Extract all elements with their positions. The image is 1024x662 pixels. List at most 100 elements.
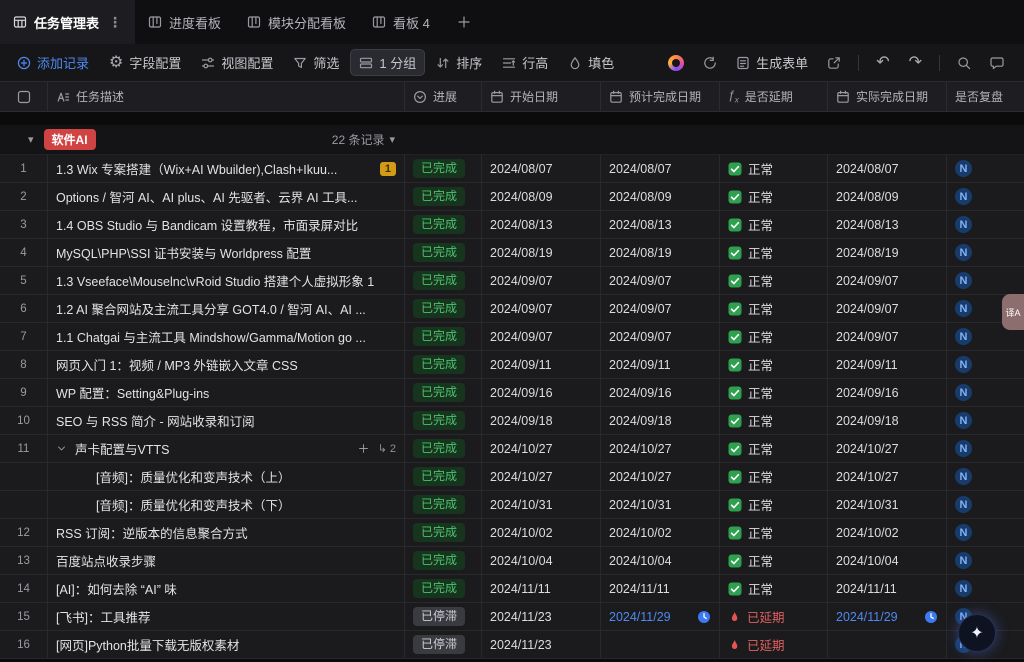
toolbar-generate-form[interactable]: 生成表单 (734, 50, 810, 75)
subtask-tools[interactable]: ↳ 2 (358, 442, 396, 455)
progress-cell[interactable]: 已完成 (405, 435, 482, 462)
row-number-cell[interactable]: 1 (0, 155, 48, 182)
actual-date-cell[interactable]: 2024/11/11 (828, 575, 947, 602)
actual-date[interactable]: 2024/09/07 (836, 302, 899, 316)
progress-cell[interactable]: 已完成 (405, 519, 482, 546)
task-cell[interactable]: 1.3 Vseeface\Mouselnc\vRoid Studio 搭建个人虚… (48, 267, 405, 294)
column-header-actual[interactable]: 实际完成日期 (828, 82, 947, 111)
row-number-cell[interactable]: 2 (0, 183, 48, 210)
table-row[interactable]: 10SEO 与 RSS 简介 - 网站收录和订阅已完成2024/09/18202… (0, 407, 1024, 435)
tab-3[interactable]: 看板 4 (359, 0, 443, 44)
actual-date[interactable]: 2024/08/13 (836, 218, 899, 232)
start-date-cell[interactable]: 2024/08/13 (482, 211, 601, 238)
progress-cell[interactable]: 已完成 (405, 351, 482, 378)
actual-date[interactable]: 2024/10/31 (836, 498, 899, 512)
actual-date[interactable]: 2024/10/27 (836, 442, 899, 456)
delay-cell[interactable]: 正常 (720, 435, 828, 462)
start-date-cell[interactable]: 2024/08/19 (482, 239, 601, 266)
row-number-cell[interactable]: 10 (0, 407, 48, 434)
progress-cell[interactable]: 已停滞 (405, 603, 482, 630)
progress-cell[interactable]: 已完成 (405, 155, 482, 182)
actual-date-cell[interactable]: 2024/09/18 (828, 407, 947, 434)
actual-date-cell[interactable]: 2024/09/07 (828, 295, 947, 322)
tab-1[interactable]: 进度看板 (135, 0, 234, 44)
toolbar-comment[interactable] (988, 53, 1006, 73)
start-date-cell[interactable]: 2024/10/31 (482, 491, 601, 518)
table-row[interactable]: 2Options / 智河 AI、AI plus、AI 先驱者、云界 AI 工具… (0, 183, 1024, 211)
task-cell[interactable]: Options / 智河 AI、AI plus、AI 先驱者、云界 AI 工具.… (48, 183, 405, 210)
column-header-start[interactable]: 开始日期 (482, 82, 601, 111)
row-number-cell[interactable] (0, 463, 48, 490)
column-header-review[interactable]: 是否复盘 (947, 82, 1024, 111)
delay-cell[interactable]: 正常 (720, 267, 828, 294)
due-date[interactable]: 2024/08/09 (609, 190, 672, 204)
row-number-cell[interactable]: 5 (0, 267, 48, 294)
task-cell[interactable]: 声卡配置与VTTS↳ 2 (48, 435, 405, 462)
review-cell[interactable]: N (947, 239, 1024, 266)
due-date-cell[interactable]: 2024/10/31 (601, 491, 720, 518)
table-row[interactable]: 12RSS 订阅：逆版本的信息聚合方式已完成2024/10/022024/10/… (0, 519, 1024, 547)
row-number-cell[interactable]: 16 (0, 631, 48, 658)
progress-cell[interactable]: 已完成 (405, 295, 482, 322)
toolbar-search[interactable] (955, 53, 973, 73)
progress-cell[interactable]: 已完成 (405, 463, 482, 490)
delay-cell[interactable]: 正常 (720, 463, 828, 490)
start-date-cell[interactable]: 2024/09/18 (482, 407, 601, 434)
progress-cell[interactable]: 已停滞 (405, 631, 482, 658)
actual-date-cell[interactable]: 2024/09/07 (828, 267, 947, 294)
task-cell[interactable]: MySQL\PHP\SSI 证书安装与 Worldpress 配置 (48, 239, 405, 266)
progress-cell[interactable]: 已完成 (405, 267, 482, 294)
due-date[interactable]: 2024/10/27 (609, 470, 672, 484)
toolbar-field-config[interactable]: ⚙字段配置 (100, 49, 190, 76)
progress-cell[interactable]: 已完成 (405, 239, 482, 266)
table-row[interactable]: 16[网页]Python批量下载无版权素材已停滞2024/11/23已延期N (0, 631, 1024, 659)
column-header-task[interactable]: 任务描述 (48, 82, 405, 111)
due-date-cell[interactable]: 2024/10/02 (601, 519, 720, 546)
due-date-cell[interactable]: 2024/08/19 (601, 239, 720, 266)
toolbar-redo[interactable]: ↷ (907, 52, 924, 74)
row-number-cell[interactable]: 11 (0, 435, 48, 462)
delay-cell[interactable]: 正常 (720, 491, 828, 518)
column-header-delay[interactable]: ƒx是否延期 (720, 82, 828, 111)
task-cell[interactable]: [AI]：如何去除 “AI” 味 (48, 575, 405, 602)
review-cell[interactable]: N (947, 463, 1024, 490)
actual-date-cell[interactable]: 2024/08/07 (828, 155, 947, 182)
due-date[interactable]: 2024/10/02 (609, 526, 672, 540)
due-date-cell[interactable]: 2024/09/07 (601, 323, 720, 350)
row-number-cell[interactable]: 14 (0, 575, 48, 602)
row-number-cell[interactable]: 4 (0, 239, 48, 266)
review-cell[interactable]: N (947, 547, 1024, 574)
actual-date-cell[interactable]: 2024/09/16 (828, 379, 947, 406)
due-date-cell[interactable]: 2024/08/13 (601, 211, 720, 238)
toolbar-row-height[interactable]: 行高 (493, 49, 557, 76)
delay-cell[interactable]: 正常 (720, 239, 828, 266)
delay-cell[interactable]: 正常 (720, 155, 828, 182)
task-cell[interactable]: [音频]：质量优化和变声技术（上） (48, 463, 405, 490)
toolbar-view-config[interactable]: 视图配置 (192, 49, 282, 76)
start-date-cell[interactable]: 2024/09/07 (482, 323, 601, 350)
delay-cell[interactable]: 正常 (720, 211, 828, 238)
toolbar-group[interactable]: 1 分组 (350, 49, 425, 76)
row-number-cell[interactable]: 13 (0, 547, 48, 574)
due-date[interactable]: 2024/09/11 (609, 358, 671, 372)
actual-date-cell[interactable]: 2024/10/04 (828, 547, 947, 574)
actual-date[interactable]: 2024/10/04 (836, 554, 899, 568)
due-date[interactable]: 2024/08/13 (609, 218, 672, 232)
due-date[interactable]: 2024/09/18 (609, 414, 672, 428)
review-cell[interactable]: N (947, 519, 1024, 546)
task-cell[interactable]: RSS 订阅：逆版本的信息聚合方式 (48, 519, 405, 546)
actual-date-cell[interactable]: 2024/08/13 (828, 211, 947, 238)
due-date[interactable]: 2024/11/29 (609, 610, 671, 624)
start-date-cell[interactable]: 2024/09/16 (482, 379, 601, 406)
table-row[interactable]: 13百度站点收录步骤已完成2024/10/042024/10/04正常2024/… (0, 547, 1024, 575)
due-date-cell[interactable]: 2024/09/16 (601, 379, 720, 406)
table-row[interactable]: 71.1 Chatgai 与主流工具 Mindshow/Gamma/Motion… (0, 323, 1024, 351)
toolbar-share[interactable] (825, 53, 843, 73)
actual-date-cell[interactable]: 2024/09/07 (828, 323, 947, 350)
progress-cell[interactable]: 已完成 (405, 407, 482, 434)
group-badge[interactable]: 软件AI (44, 129, 96, 150)
progress-cell[interactable]: 已完成 (405, 211, 482, 238)
actual-date[interactable]: 2024/09/07 (836, 274, 899, 288)
delay-cell[interactable]: 正常 (720, 295, 828, 322)
due-date-cell[interactable]: 2024/10/27 (601, 463, 720, 490)
